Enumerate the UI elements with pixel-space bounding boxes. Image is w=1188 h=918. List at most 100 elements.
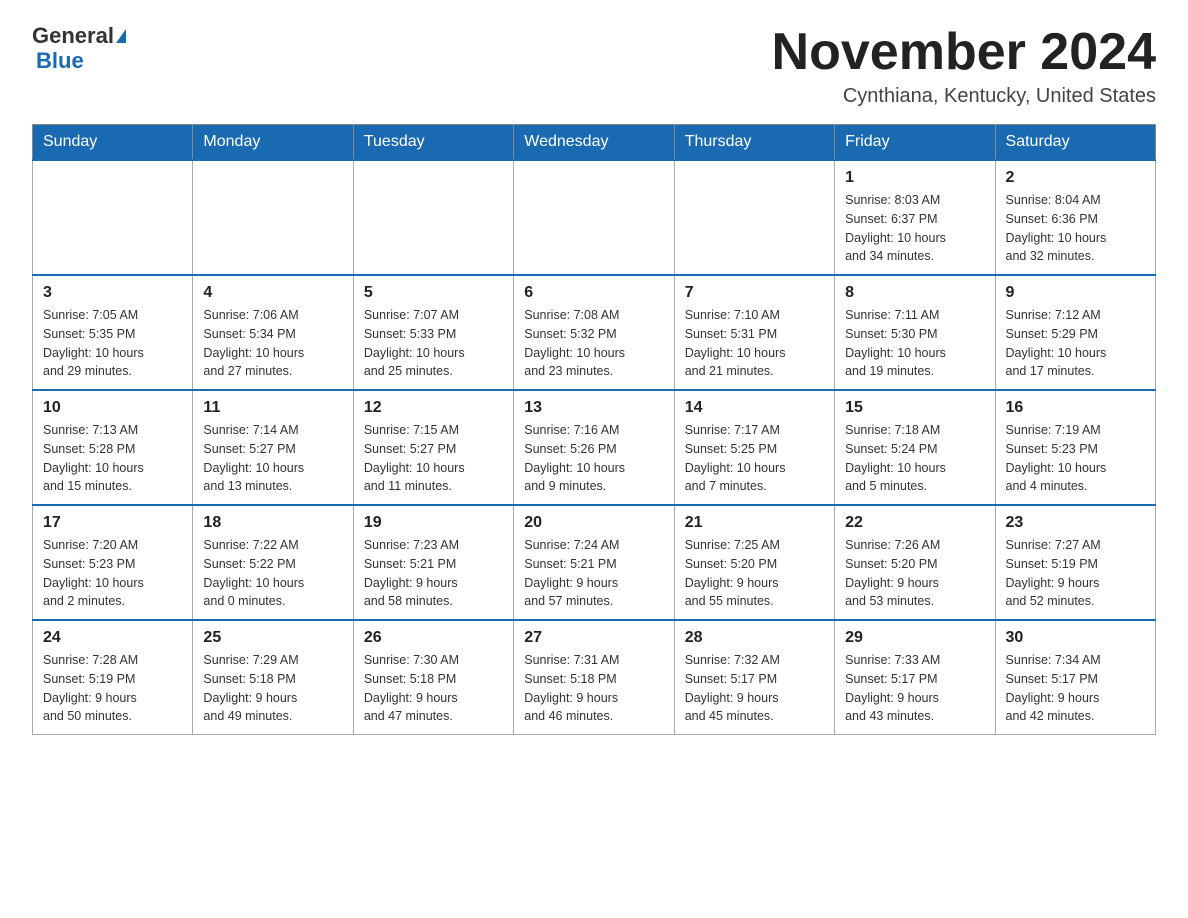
day-info: Sunrise: 7:19 AMSunset: 5:23 PMDaylight:… [1006,421,1145,496]
day-info: Sunrise: 7:06 AMSunset: 5:34 PMDaylight:… [203,306,342,381]
day-info: Sunrise: 7:10 AMSunset: 5:31 PMDaylight:… [685,306,824,381]
day-info: Sunrise: 7:08 AMSunset: 5:32 PMDaylight:… [524,306,663,381]
day-header-monday: Monday [193,125,353,161]
day-number: 2 [1006,169,1145,187]
day-number: 15 [845,399,984,417]
day-header-sunday: Sunday [33,125,193,161]
calendar-cell: 23 Sunrise: 7:27 AMSunset: 5:19 PMDayligh… [995,505,1155,620]
day-number: 9 [1006,284,1145,302]
day-number: 16 [1006,399,1145,417]
header-row: SundayMondayTuesdayWednesdayThursdayFrid… [33,125,1156,161]
calendar-cell: 7 Sunrise: 7:10 AMSunset: 5:31 PMDaylight… [674,275,834,390]
month-title: November 2024 [772,24,1156,81]
calendar-cell: 21 Sunrise: 7:25 AMSunset: 5:20 PMDayligh… [674,505,834,620]
calendar-cell: 27 Sunrise: 7:31 AMSunset: 5:18 PMDayligh… [514,620,674,735]
day-info: Sunrise: 7:12 AMSunset: 5:29 PMDaylight:… [1006,306,1145,381]
day-info: Sunrise: 7:23 AMSunset: 5:21 PMDaylight:… [364,536,503,611]
week-row-5: 24 Sunrise: 7:28 AMSunset: 5:19 PMDayligh… [33,620,1156,735]
day-info: Sunrise: 7:26 AMSunset: 5:20 PMDaylight:… [845,536,984,611]
day-info: Sunrise: 7:31 AMSunset: 5:18 PMDaylight:… [524,651,663,726]
calendar-cell: 28 Sunrise: 7:32 AMSunset: 5:17 PMDayligh… [674,620,834,735]
calendar-cell: 4 Sunrise: 7:06 AMSunset: 5:34 PMDaylight… [193,275,353,390]
logo-triangle-icon [116,29,126,43]
day-info: Sunrise: 7:16 AMSunset: 5:26 PMDaylight:… [524,421,663,496]
day-info: Sunrise: 7:32 AMSunset: 5:17 PMDaylight:… [685,651,824,726]
calendar-cell: 5 Sunrise: 7:07 AMSunset: 5:33 PMDaylight… [353,275,513,390]
day-info: Sunrise: 7:13 AMSunset: 5:28 PMDaylight:… [43,421,182,496]
day-info: Sunrise: 7:22 AMSunset: 5:22 PMDaylight:… [203,536,342,611]
day-info: Sunrise: 7:07 AMSunset: 5:33 PMDaylight:… [364,306,503,381]
day-number: 8 [845,284,984,302]
calendar-cell [674,160,834,275]
calendar-cell: 8 Sunrise: 7:11 AMSunset: 5:30 PMDaylight… [835,275,995,390]
day-number: 20 [524,514,663,532]
day-number: 12 [364,399,503,417]
day-number: 30 [1006,629,1145,647]
day-info: Sunrise: 7:15 AMSunset: 5:27 PMDaylight:… [364,421,503,496]
title-area: November 2024 Cynthiana, Kentucky, Unite… [772,24,1156,108]
week-row-1: 1Sunrise: 8:03 AMSunset: 6:37 PMDaylight… [33,160,1156,275]
calendar-cell [514,160,674,275]
day-info: Sunrise: 7:24 AMSunset: 5:21 PMDaylight:… [524,536,663,611]
calendar-cell: 18 Sunrise: 7:22 AMSunset: 5:22 PMDayligh… [193,505,353,620]
day-number: 21 [685,514,824,532]
day-info: Sunrise: 7:25 AMSunset: 5:20 PMDaylight:… [685,536,824,611]
day-number: 5 [364,284,503,302]
calendar-cell: 29Sunrise: 7:33 AMSunset: 5:17 PMDayligh… [835,620,995,735]
day-number: 25 [203,629,342,647]
day-info: Sunrise: 7:14 AMSunset: 5:27 PMDaylight:… [203,421,342,496]
day-number: 11 [203,399,342,417]
page-header: General Blue November 2024 Cynthiana, Ke… [32,24,1156,108]
day-number: 3 [43,284,182,302]
day-number: 4 [203,284,342,302]
day-header-tuesday: Tuesday [353,125,513,161]
calendar-cell: 20 Sunrise: 7:24 AMSunset: 5:21 PMDayligh… [514,505,674,620]
calendar-cell: 13 Sunrise: 7:16 AMSunset: 5:26 PMDayligh… [514,390,674,505]
calendar-cell: 1Sunrise: 8:03 AMSunset: 6:37 PMDaylight… [835,160,995,275]
calendar-cell: 6 Sunrise: 7:08 AMSunset: 5:32 PMDaylight… [514,275,674,390]
day-info: Sunrise: 7:11 AMSunset: 5:30 PMDaylight:… [845,306,984,381]
calendar-cell: 9 Sunrise: 7:12 AMSunset: 5:29 PMDaylight… [995,275,1155,390]
calendar-cell: 14Sunrise: 7:17 AMSunset: 5:25 PMDayligh… [674,390,834,505]
calendar-table: SundayMondayTuesdayWednesdayThursdayFrid… [32,124,1156,735]
day-info: Sunrise: 7:33 AMSunset: 5:17 PMDaylight:… [845,651,984,726]
day-number: 19 [364,514,503,532]
calendar-cell: 3Sunrise: 7:05 AMSunset: 5:35 PMDaylight… [33,275,193,390]
day-number: 23 [1006,514,1145,532]
day-info: Sunrise: 7:27 AMSunset: 5:19 PMDaylight:… [1006,536,1145,611]
day-header-thursday: Thursday [674,125,834,161]
calendar-cell: 16 Sunrise: 7:19 AMSunset: 5:23 PMDayligh… [995,390,1155,505]
day-info: Sunrise: 7:28 AMSunset: 5:19 PMDaylight:… [43,651,182,726]
day-info: Sunrise: 7:34 AMSunset: 5:17 PMDaylight:… [1006,651,1145,726]
calendar-cell: 26Sunrise: 7:30 AMSunset: 5:18 PMDayligh… [353,620,513,735]
day-number: 24 [43,629,182,647]
day-number: 7 [685,284,824,302]
day-info: Sunrise: 7:17 AMSunset: 5:25 PMDaylight:… [685,421,824,496]
logo-blue-text: Blue [36,48,84,74]
calendar-cell: 24 Sunrise: 7:28 AMSunset: 5:19 PMDayligh… [33,620,193,735]
day-number: 6 [524,284,663,302]
day-header-wednesday: Wednesday [514,125,674,161]
day-number: 27 [524,629,663,647]
calendar-cell: 30 Sunrise: 7:34 AMSunset: 5:17 PMDayligh… [995,620,1155,735]
calendar-cell: 22Sunrise: 7:26 AMSunset: 5:20 PMDayligh… [835,505,995,620]
calendar-cell: 10 Sunrise: 7:13 AMSunset: 5:28 PMDayligh… [33,390,193,505]
day-number: 17 [43,514,182,532]
day-header-friday: Friday [835,125,995,161]
day-number: 18 [203,514,342,532]
calendar-cell: 15Sunrise: 7:18 AMSunset: 5:24 PMDayligh… [835,390,995,505]
day-number: 10 [43,399,182,417]
calendar-cell: 2Sunrise: 8:04 AMSunset: 6:36 PMDaylight… [995,160,1155,275]
location-title: Cynthiana, Kentucky, United States [772,85,1156,108]
day-number: 13 [524,399,663,417]
day-number: 26 [364,629,503,647]
logo-general-text: General [32,24,114,48]
day-number: 28 [685,629,824,647]
week-row-2: 3Sunrise: 7:05 AMSunset: 5:35 PMDaylight… [33,275,1156,390]
calendar-cell: 11 Sunrise: 7:14 AMSunset: 5:27 PMDayligh… [193,390,353,505]
calendar-cell: 12 Sunrise: 7:15 AMSunset: 5:27 PMDayligh… [353,390,513,505]
week-row-4: 17 Sunrise: 7:20 AMSunset: 5:23 PMDayligh… [33,505,1156,620]
calendar-cell: 25Sunrise: 7:29 AMSunset: 5:18 PMDayligh… [193,620,353,735]
day-info: Sunrise: 7:20 AMSunset: 5:23 PMDaylight:… [43,536,182,611]
calendar-cell: 17 Sunrise: 7:20 AMSunset: 5:23 PMDayligh… [33,505,193,620]
